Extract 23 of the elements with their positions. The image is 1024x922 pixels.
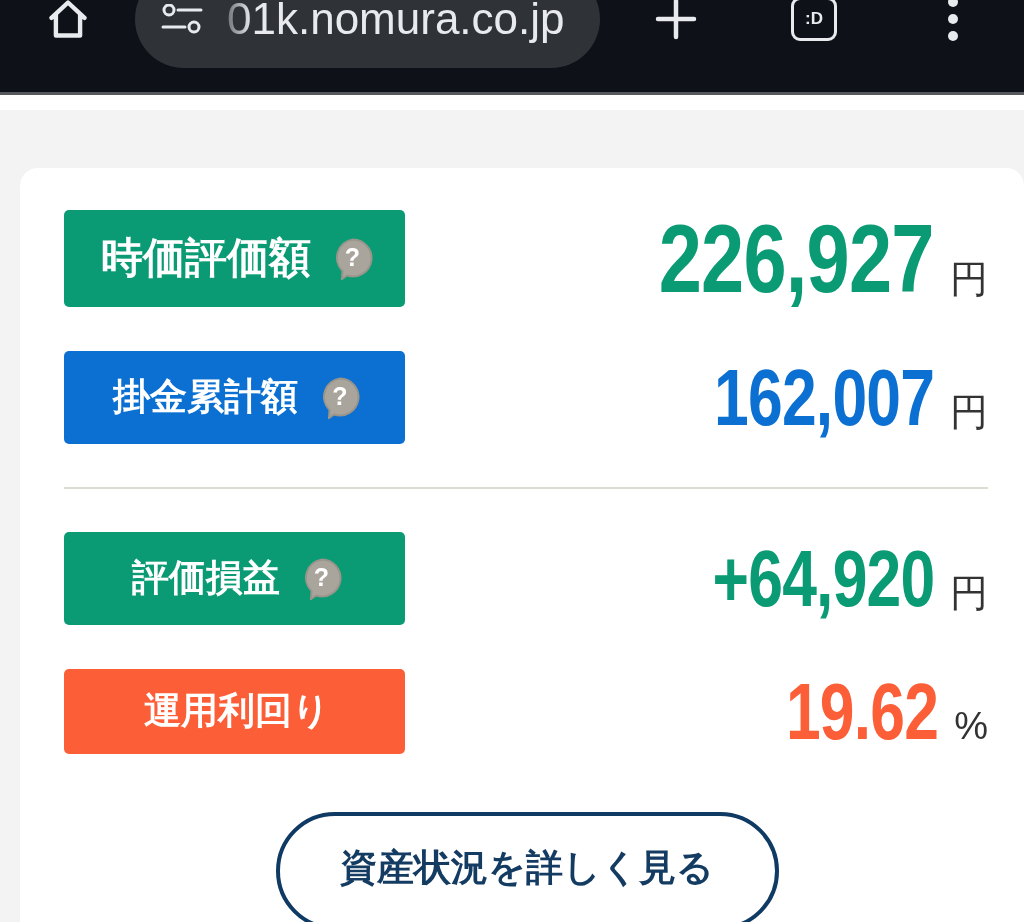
metric-label-text: 掛金累計額 <box>113 377 298 418</box>
metric-value: 19.62 <box>785 671 939 752</box>
site-settings-icon[interactable] <box>161 4 203 34</box>
new-tab-button[interactable] <box>654 0 698 41</box>
metric-value: 226,927 <box>659 210 934 307</box>
metric-label-text: 運用利回り <box>143 691 330 732</box>
plus-icon <box>654 0 698 41</box>
home-button[interactable] <box>46 0 90 41</box>
more-options-icon <box>947 0 959 41</box>
unit-label: % <box>954 706 988 745</box>
unit-label: 円 <box>950 260 988 298</box>
metric-value: 162,007 <box>713 357 934 438</box>
unit-label: 円 <box>950 392 988 431</box>
address-bar[interactable]: 01k.nomura.co.jp <box>135 0 600 68</box>
unit-label: 円 <box>950 573 988 612</box>
metric-label-text: 評価損益 <box>131 558 280 599</box>
url-text: 01k.nomura.co.jp <box>227 0 565 44</box>
menu-button[interactable] <box>947 0 959 41</box>
tab-switcher-button[interactable]: :D <box>791 0 837 41</box>
metric-label-text: 時価評価額 <box>100 235 311 282</box>
metric-value: +64,920 <box>712 538 934 619</box>
asset-details-button[interactable]: 資産状況を詳しく見る <box>275 812 779 922</box>
home-icon <box>46 0 90 41</box>
